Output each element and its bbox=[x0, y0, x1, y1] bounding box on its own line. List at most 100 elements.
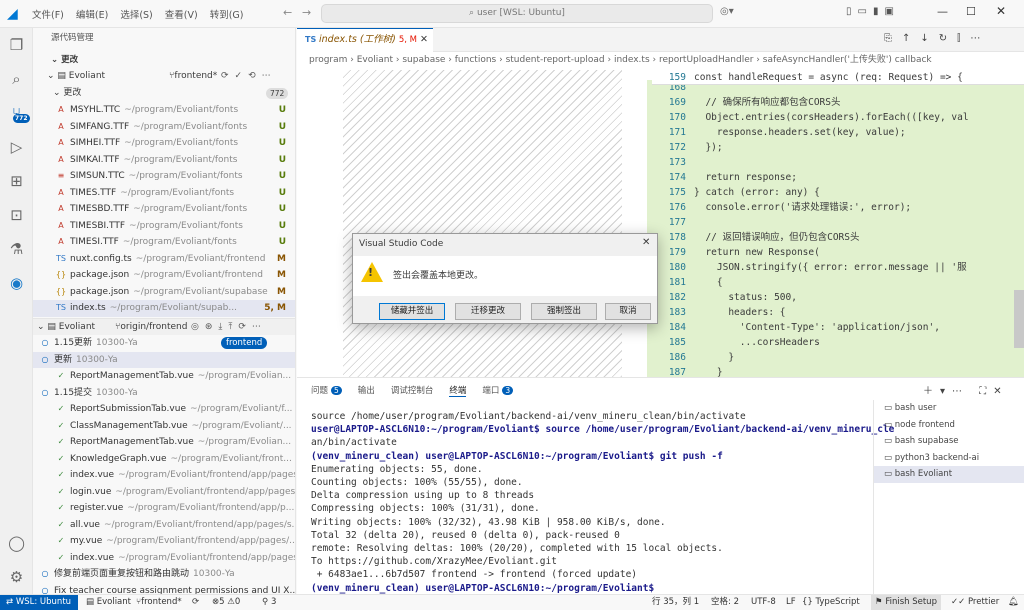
forward-icon[interactable]: → bbox=[302, 6, 311, 19]
graph-item[interactable]: ○ 1.15更新 10300-Ya frontend bbox=[33, 335, 295, 352]
terminal-instance[interactable]: ▭ bash supabase bbox=[874, 433, 1024, 450]
menu-item[interactable]: 编辑(E) bbox=[76, 7, 108, 21]
file-change-item[interactable]: A TIMESBD.TTF ~/program/Evoliant/fonts U bbox=[33, 201, 295, 218]
repo-indicator[interactable]: ▤ Evoliant bbox=[86, 595, 131, 610]
tab-close-icon[interactable]: ✕ bbox=[420, 34, 428, 45]
remote-explorer-icon[interactable]: ⊡ bbox=[0, 198, 33, 232]
file-change-item[interactable]: A SIMFANG.TTF ~/program/Evoliant/fonts U bbox=[33, 119, 295, 136]
sync-icon[interactable]: ⟳ bbox=[192, 595, 199, 610]
menu-item[interactable]: 查看(V) bbox=[165, 7, 198, 21]
language-mode[interactable]: {} TypeScript bbox=[802, 595, 860, 610]
code-line[interactable]: 174 return response; bbox=[652, 170, 1024, 185]
file-change-item[interactable]: {} package.json ~/program/Evoliant/fronten… bbox=[33, 267, 295, 284]
branch-indicator[interactable]: ⑂frontend* bbox=[136, 595, 182, 610]
encoding[interactable]: UTF-8 bbox=[751, 595, 776, 610]
panel-tab[interactable]: 终端 bbox=[449, 384, 467, 397]
terminal-instance[interactable]: ▭ bash user bbox=[874, 400, 1024, 417]
migrate-changes-button[interactable]: 迁移更改 bbox=[455, 303, 521, 320]
graph-item[interactable]: ✓ index.vue ~/program/Evoliant/frontend/ap… bbox=[33, 550, 295, 567]
testing-icon[interactable]: ⚗ bbox=[0, 232, 33, 266]
breadcrumb-item[interactable]: functions bbox=[455, 55, 496, 65]
panel-tab[interactable]: 输出 bbox=[358, 384, 375, 397]
panel-actions[interactable]: ＋▾⋯ ⛶✕ bbox=[923, 382, 1009, 397]
layout-icons[interactable]: ▯▭▮▣ bbox=[846, 6, 900, 17]
breadcrumb-item[interactable]: safeAsyncHandler('上传失败') callback bbox=[763, 55, 932, 65]
code-line[interactable]: 175} catch (error: any) { bbox=[652, 185, 1024, 200]
file-change-item[interactable]: {} package.json ~/program/Evoliant/supabas… bbox=[33, 284, 295, 301]
terminal-output[interactable]: source /home/user/program/Evoliant/backe… bbox=[311, 410, 894, 595]
code-line[interactable]: 176 console.error('请求处理错误:', error); bbox=[652, 200, 1024, 215]
force-checkout-button[interactable]: 强制签出 bbox=[531, 303, 597, 320]
finish-setup-button[interactable]: ⚑ Finish Setup bbox=[871, 595, 941, 610]
search-view-icon[interactable]: ⌕ bbox=[0, 62, 33, 96]
remote-indicator[interactable]: ⇄ WSL: Ubuntu bbox=[0, 595, 78, 610]
breadcrumb-item[interactable]: reportUploadHandler bbox=[659, 55, 753, 65]
code-line[interactable]: 186 } bbox=[652, 350, 1024, 365]
back-icon[interactable]: ← bbox=[283, 6, 292, 19]
code-line[interactable]: 187 } bbox=[652, 365, 1024, 377]
graph-item[interactable]: ✓ ReportManagementTab.vue ~/program/Evolia… bbox=[33, 368, 295, 385]
breadcrumb-item[interactable]: supabase bbox=[402, 55, 445, 65]
edge-icon[interactable]: ◉ bbox=[0, 266, 33, 300]
code-line[interactable]: 181 { bbox=[652, 275, 1024, 290]
graph-item[interactable]: ○ 更新 10300-Ya bbox=[33, 351, 295, 368]
panel-tab[interactable]: 问题 5 bbox=[311, 384, 342, 397]
notifications-icon[interactable]: 🔔︎ bbox=[1008, 595, 1019, 610]
menu-item[interactable]: 选择(S) bbox=[120, 7, 152, 21]
graph-actions[interactable]: ◎⊛⤓⤒⟳⋯ bbox=[191, 319, 267, 335]
terminal-instance[interactable]: ▭ bash Evoliant bbox=[874, 466, 1024, 483]
file-change-item[interactable]: A SIMHEI.TTF ~/program/Evoliant/fonts U bbox=[33, 135, 295, 152]
copilot-icon[interactable]: ◎▾ bbox=[720, 6, 734, 17]
code-line[interactable]: 172 }); bbox=[652, 140, 1024, 155]
command-center-search[interactable]: ⌕ user [WSL: Ubuntu] bbox=[321, 4, 713, 23]
file-change-item[interactable]: TS nuxt.config.ts ~/program/Evoliant/front… bbox=[33, 251, 295, 268]
source-control-icon[interactable]: ⑂ 772 bbox=[0, 96, 33, 130]
branch-label[interactable]: ⑂frontend* bbox=[169, 68, 217, 85]
code-line[interactable]: 180 JSON.stringify({ error: error.messag… bbox=[652, 260, 1024, 275]
graph-item[interactable]: ✓ all.vue ~/program/Evoliant/frontend/app/… bbox=[33, 517, 295, 534]
graph-item[interactable]: ✓ index.vue ~/program/Evoliant/frontend/ap… bbox=[33, 467, 295, 484]
breadcrumb-item[interactable]: program bbox=[309, 55, 347, 65]
code-line[interactable]: 177 bbox=[652, 215, 1024, 230]
changes-group[interactable]: ⌄ 更改 772 bbox=[33, 85, 295, 102]
code-line[interactable]: 184 'Content-Type': 'application/json', bbox=[652, 320, 1024, 335]
breadcrumb-item[interactable]: index.ts bbox=[614, 55, 650, 65]
terminal-instance[interactable]: ▭ node frontend bbox=[874, 417, 1024, 434]
panel-tab[interactable]: 端口 3 bbox=[482, 384, 514, 397]
account-icon[interactable]: ◯ bbox=[0, 526, 33, 560]
graph-item[interactable]: ○ 1.15提交 10300-Ya bbox=[33, 385, 295, 402]
close-icon[interactable]: ✕ bbox=[996, 4, 1006, 18]
extensions-icon[interactable]: ⊞ bbox=[0, 164, 33, 198]
graph-item[interactable]: ✓ register.vue ~/program/Evoliant/frontend… bbox=[33, 500, 295, 517]
repo-actions[interactable]: ⟳✓⟲⋯ bbox=[221, 68, 277, 85]
code-line[interactable]: 182 status: 500, bbox=[652, 290, 1024, 305]
section-header[interactable]: ⌄ 更改 bbox=[33, 52, 295, 69]
menu-item[interactable]: 文件(F) bbox=[32, 7, 64, 21]
breadcrumb-item[interactable]: student-report-upload bbox=[506, 55, 605, 65]
graph-item[interactable]: ✓ KnowledgeGraph.vue ~/program/Evoliant/fr… bbox=[33, 451, 295, 468]
eol[interactable]: LF bbox=[786, 595, 796, 610]
graph-item[interactable]: ○ Fix teacher course assignment permissio… bbox=[33, 583, 296, 595]
menu-item[interactable]: 转到(G) bbox=[210, 7, 244, 21]
minimap[interactable] bbox=[1014, 290, 1024, 348]
code-view[interactable]: 159 const handleRequest = async (req: Req… bbox=[652, 70, 1024, 377]
graph-item[interactable]: ✓ ClassManagementTab.vue ~/program/Evolian… bbox=[33, 418, 295, 435]
dialog-close-icon[interactable]: ✕ bbox=[642, 237, 650, 248]
panel-tab[interactable]: 调试控制台 bbox=[391, 384, 434, 397]
graph-item[interactable]: ✓ ReportManagementTab.vue ~/program/Evolia… bbox=[33, 434, 295, 451]
code-line[interactable]: 183 headers: { bbox=[652, 305, 1024, 320]
code-line[interactable]: 173 bbox=[652, 155, 1024, 170]
code-line[interactable]: 171 response.headers.set(key, value); bbox=[652, 125, 1024, 140]
problems-indicator[interactable]: ⊗5 ⚠0 bbox=[212, 595, 240, 610]
ports-indicator[interactable]: ⚲ 3 bbox=[262, 595, 276, 610]
tab-index-ts[interactable]: TS index.ts (工作树) 5, M ✕ bbox=[297, 28, 433, 52]
run-debug-icon[interactable]: ▷ bbox=[0, 130, 33, 164]
file-change-item[interactable]: A TIMESI.TTF ~/program/Evoliant/fonts U bbox=[33, 234, 295, 251]
code-line[interactable]: 178 // 返回错误响应，但仍包含CORS头 bbox=[652, 230, 1024, 245]
file-change-item[interactable]: A TIMES.TTF ~/program/Evoliant/fonts U bbox=[33, 185, 295, 202]
repo-row[interactable]: ⌄ ▤ Evoliant ⑂frontend* ⟳✓⟲⋯ bbox=[33, 68, 295, 85]
file-change-item[interactable]: A SIMKAI.TTF ~/program/Evoliant/fonts U bbox=[33, 152, 295, 169]
prettier-indicator[interactable]: ✓✓ Prettier bbox=[951, 595, 999, 610]
breadcrumb-item[interactable]: Evoliant bbox=[357, 55, 393, 65]
graph-item[interactable]: ✓ my.vue ~/program/Evoliant/frontend/app/p… bbox=[33, 533, 295, 550]
